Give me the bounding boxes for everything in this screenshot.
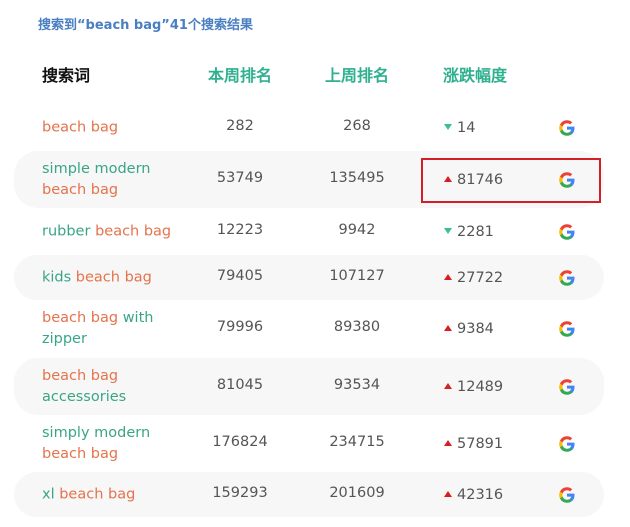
- rank-change: 9384: [444, 321, 494, 337]
- rank-change: 14: [444, 120, 475, 136]
- google-icon[interactable]: [559, 223, 575, 240]
- google-icon[interactable]: [559, 378, 575, 395]
- table-row: beach bag 282 268 14: [14, 105, 604, 151]
- rank-change-value: 27722: [457, 269, 504, 286]
- keyword-link[interactable]: simple modern beach bag: [42, 159, 182, 201]
- triangle-down-icon: [444, 227, 452, 234]
- keyword-link[interactable]: rubber beach bag: [42, 221, 182, 242]
- keyword-highlight: beach bag: [42, 119, 119, 136]
- table-row: beach bag accessories 81045 93534 12489: [14, 358, 604, 415]
- keyword-highlight: beach bag: [42, 309, 119, 326]
- google-icon[interactable]: [559, 269, 575, 286]
- rank-change-value: 42316: [457, 486, 504, 503]
- header-this-week-rank[interactable]: 本周排名: [208, 62, 272, 86]
- table-row: kids beach bag 79405 107127 27722: [14, 255, 604, 300]
- search-summary: 搜索到“beach bag”41个搜索结果: [38, 18, 253, 33]
- keyword-link[interactable]: beach bag: [42, 118, 182, 139]
- rank-change-value: 2281: [457, 223, 494, 240]
- google-icon[interactable]: [559, 171, 575, 188]
- rank-change: 42316: [444, 487, 503, 503]
- keyword-link[interactable]: beach bag with zipper: [42, 308, 182, 350]
- google-icon[interactable]: [559, 435, 575, 452]
- keyword-link[interactable]: simply modern beach bag: [42, 423, 182, 465]
- google-icon[interactable]: [559, 320, 575, 337]
- triangle-up-icon: [444, 490, 452, 497]
- triangle-down-icon: [444, 124, 452, 130]
- google-icon[interactable]: [559, 486, 575, 503]
- keyword-highlight: beach bag: [42, 181, 119, 198]
- keyword-highlight: beach bag: [59, 486, 136, 502]
- header-keyword: 搜索词: [42, 66, 91, 85]
- rank-change-value: 14: [457, 120, 476, 136]
- keyword-text: accessories: [42, 388, 127, 405]
- keyword-highlight: beach bag: [95, 223, 172, 239]
- triangle-up-icon: [444, 175, 452, 182]
- keyword-highlight: beach bag: [42, 445, 119, 462]
- keyword-text: simple modern: [42, 160, 151, 177]
- triangle-up-icon: [444, 382, 452, 389]
- table-row: rubber beach bag 12223 9942 2281: [14, 208, 604, 255]
- keyword-text: kids: [42, 269, 76, 285]
- header-change[interactable]: 涨跌幅度: [443, 62, 507, 86]
- rank-change: 2281: [444, 224, 494, 240]
- keyword-highlight: beach bag: [75, 269, 152, 285]
- keyword-text: rubber: [42, 223, 96, 239]
- rank-change-value: 12489: [457, 378, 504, 395]
- table-row: simply modern beach bag 176824 234715 57891: [14, 415, 604, 472]
- rank-change-value: 81746: [457, 171, 504, 188]
- table-header: 搜索词 本周排名 上周排名 涨跌幅度: [0, 62, 630, 90]
- rank-change: 57891: [444, 436, 503, 452]
- rank-change: 81746: [444, 172, 503, 188]
- keyword-highlight: beach bag: [42, 367, 119, 384]
- google-icon[interactable]: [559, 120, 575, 136]
- keyword-text: simply modern: [42, 424, 151, 441]
- rank-change: 27722: [444, 270, 503, 286]
- keyword-text: xl: [42, 486, 60, 502]
- table-row: simple modern beach bag 53749 135495 81746: [14, 151, 604, 208]
- keyword-link[interactable]: beach bag accessories: [42, 366, 182, 408]
- table-row: xl beach bag 159293 201609 42316: [14, 472, 604, 517]
- rank-change-value: 9384: [457, 320, 494, 337]
- keyword-link[interactable]: kids beach bag: [42, 267, 182, 288]
- rank-change: 12489: [444, 379, 503, 395]
- keyword-link[interactable]: xl beach bag: [42, 484, 182, 505]
- triangle-up-icon: [444, 324, 452, 331]
- header-last-week-rank[interactable]: 上周排名: [325, 62, 389, 86]
- table-row: beach bag with zipper 79996 89380 9384: [14, 299, 604, 358]
- triangle-up-icon: [444, 439, 452, 446]
- triangle-up-icon: [444, 273, 452, 280]
- rank-change-value: 57891: [457, 435, 504, 452]
